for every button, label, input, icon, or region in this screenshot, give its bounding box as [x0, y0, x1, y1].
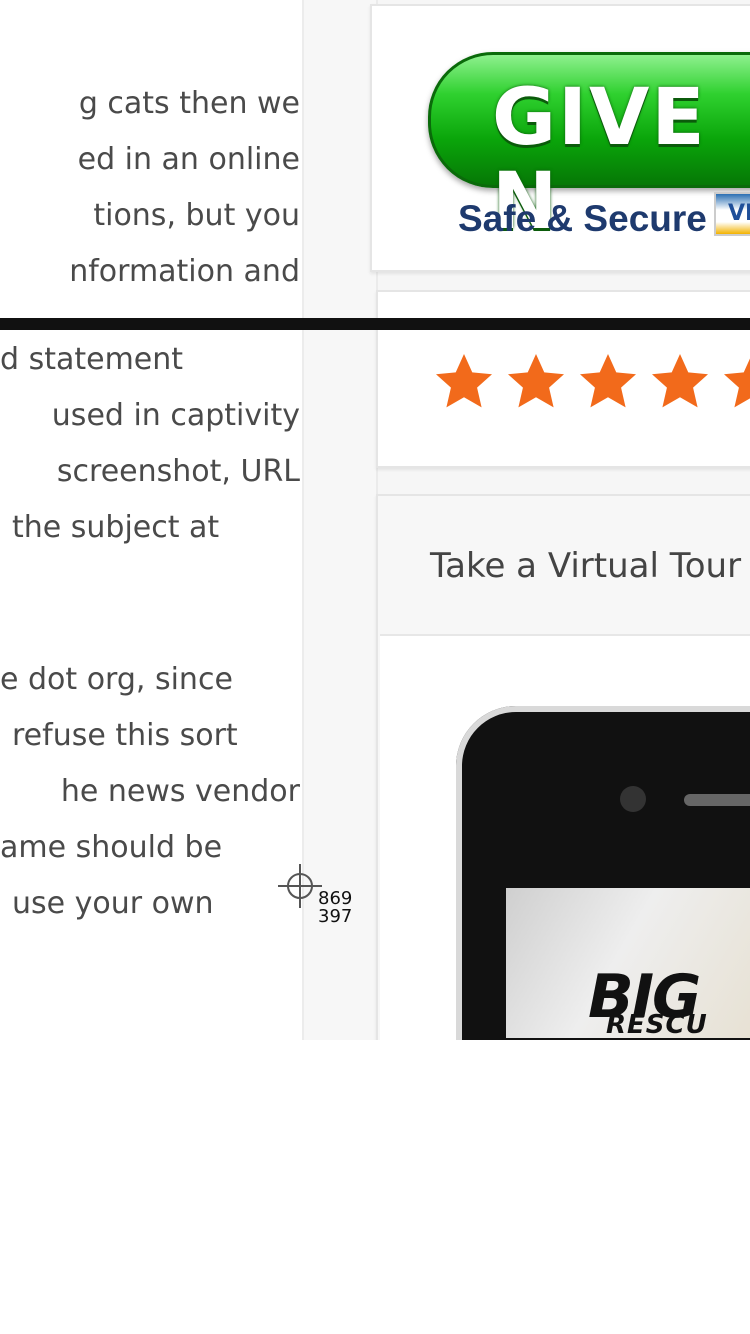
star-icon: [652, 354, 708, 408]
article-line: used in captivity: [51, 398, 300, 433]
selection-line: [0, 318, 750, 330]
app-brand-subtext: RESCU: [606, 1010, 708, 1040]
phone-camera-icon: [620, 786, 646, 812]
article-line: use your own: [12, 886, 214, 921]
article-line: g cats then we: [78, 86, 300, 121]
virtual-tour-title[interactable]: Take a Virtual Tour: [430, 546, 741, 586]
phone-speaker-icon: [684, 794, 750, 806]
article-line: screenshot, URL: [56, 454, 300, 489]
star-icon: [508, 354, 564, 408]
article-column: g cats then we ed in an online tions, bu…: [0, 0, 304, 1040]
crosshair-cursor-icon: [278, 864, 322, 908]
safe-secure-label: Safe & Secure: [458, 198, 707, 239]
star-icon: [436, 354, 492, 408]
star-icon: [724, 358, 750, 408]
article-line: he news vendor: [60, 774, 300, 809]
article-line: the subject at: [12, 510, 220, 545]
article-line: tions, but you: [93, 198, 300, 233]
article-line: refuse this sort: [12, 718, 238, 753]
screenshot-area: g cats then we ed in an online tions, bu…: [0, 0, 750, 1040]
cursor-coordinates: 869 397: [318, 890, 352, 926]
visa-card-icon: VI: [714, 192, 750, 236]
article-line: ame should be: [0, 830, 223, 865]
article-line: e dot org, since: [0, 662, 233, 697]
star-icon: [580, 354, 636, 408]
article-line: d statement: [0, 342, 184, 377]
article-line: ed in an online: [77, 142, 300, 177]
article-line: nformation and: [69, 254, 300, 289]
cursor-y: 397: [318, 906, 353, 927]
